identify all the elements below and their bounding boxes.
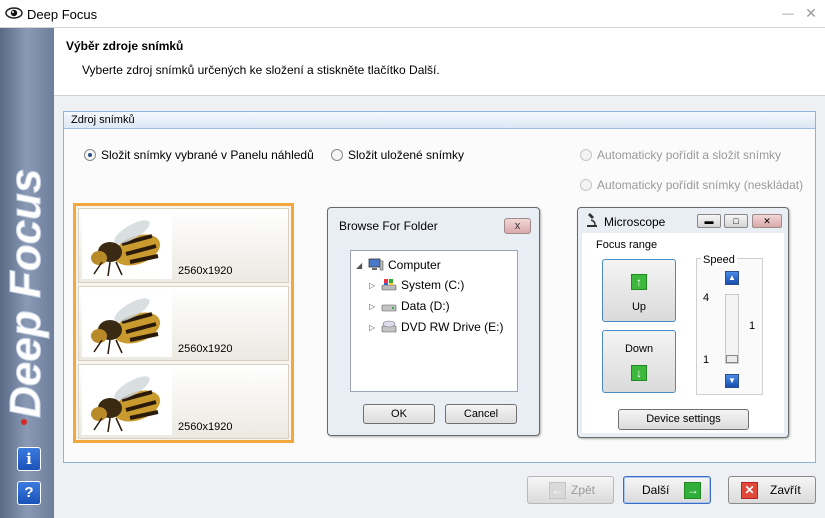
speed-slider-thumb[interactable] — [726, 355, 738, 363]
back-button: ← Zpět — [527, 476, 614, 504]
radio-auto-capture-only: Automaticky pořídit snímky (neskládat) — [580, 178, 803, 192]
thumbnail-item[interactable]: 2560x1920 — [78, 208, 289, 283]
microscope-maximize-button[interactable]: □ — [724, 214, 748, 228]
radio-label: Složit uložené snímky — [348, 148, 465, 162]
device-settings-button[interactable]: Device settings — [618, 409, 749, 430]
speed-max-label: 4 — [703, 292, 710, 304]
thumbnail-item[interactable]: 2560x1920 — [78, 364, 289, 439]
speed-value: 1 — [749, 320, 756, 332]
browse-close-button[interactable]: x — [504, 218, 531, 234]
info-button[interactable]: i — [17, 447, 41, 471]
browse-dialog-title: Browse For Folder — [339, 219, 438, 233]
radio-label: Automaticky pořídit a složit snímky — [597, 148, 782, 162]
drive-icon — [381, 304, 397, 312]
cancel-button[interactable]: Cancel — [445, 404, 517, 424]
tree-item-label: Computer — [388, 258, 441, 272]
expanded-arrow-icon[interactable]: ◢ — [356, 261, 365, 270]
speed-min-label: 1 — [703, 354, 710, 366]
thumbnail-size: 2560x1920 — [178, 343, 233, 355]
radio-auto-capture-stack: Automaticky pořídit a složit snímky — [580, 148, 781, 162]
green-up-arrow-icon: ↑ — [631, 274, 647, 290]
title-bar: Deep Focus — ✕ — [0, 0, 825, 28]
logo-text: Deep Focus — [2, 169, 50, 418]
radio-label: Složit snímky vybrané v Panelu náhledů — [101, 148, 314, 162]
thumbnail-size: 2560x1920 — [178, 265, 233, 277]
radio-dot[interactable] — [84, 149, 96, 161]
next-button[interactable]: Další → — [623, 476, 711, 504]
thumbnail-size: 2560x1920 — [178, 421, 233, 433]
computer-icon — [368, 258, 384, 271]
tree-item-data-drive[interactable]: ▷ Data (D:) — [369, 299, 450, 313]
focus-range-label: Focus range — [596, 239, 658, 251]
back-arrow-icon: ← — [549, 481, 566, 499]
wasp-image — [82, 290, 172, 357]
next-arrow-icon: → — [684, 481, 702, 499]
source-group-title: Zdroj snímků — [64, 112, 815, 129]
radio-preview-panel[interactable]: Složit snímky vybrané v Panelu náhledů — [84, 148, 314, 162]
collapsed-arrow-icon[interactable]: ▷ — [369, 323, 378, 332]
wasp-image — [82, 368, 172, 435]
deep-focus-logo: Deep Focus — [2, 168, 51, 425]
speed-label: Speed — [701, 254, 737, 266]
speed-slider-track[interactable] — [725, 294, 739, 364]
eye-icon — [5, 7, 23, 19]
focus-down-button[interactable]: Down ↓ — [602, 330, 676, 393]
tree-item-label: Data (D:) — [401, 299, 450, 313]
microscope-title: Microscope — [604, 215, 666, 229]
tree-item-dvd-drive[interactable]: ▷ DVD RW Drive (E:) — [369, 320, 503, 334]
page-title: Výběr zdroje snímků — [66, 39, 184, 53]
minimize-button[interactable]: — — [780, 6, 796, 22]
thumbnail-panel[interactable]: 2560x1920 2560x1920 2560x1920 — [73, 203, 294, 443]
speed-up-arrow-icon[interactable]: ▲ — [725, 271, 739, 285]
focus-down-label: Down — [624, 343, 654, 355]
green-down-arrow-icon: ↓ — [631, 365, 647, 381]
radio-saved-images[interactable]: Složit uložené snímky — [331, 148, 464, 162]
next-label: Další — [642, 483, 670, 497]
close-window-button[interactable]: ✕ — [802, 5, 820, 23]
back-label: Zpět — [571, 483, 596, 497]
wasp-image — [82, 212, 172, 279]
radio-dot[interactable] — [331, 149, 343, 161]
tree-item-label: DVD RW Drive (E:) — [401, 320, 504, 334]
window-title: Deep Focus — [27, 7, 98, 22]
radio-dot — [580, 179, 592, 191]
help-button[interactable]: ? — [17, 481, 41, 505]
dvd-drive-icon — [381, 320, 397, 333]
thumbnail-item[interactable]: 2560x1920 — [78, 286, 289, 361]
folder-tree[interactable]: ◢ Computer ▷ System (C:) ▷ Data (D:) ▷ D… — [350, 250, 518, 392]
sidebar: Deep Focus i ? — [0, 28, 54, 518]
focus-up-button[interactable]: ↑ Up — [602, 259, 676, 322]
system-drive-icon — [381, 279, 397, 291]
radio-dot — [580, 149, 592, 161]
close-x-icon: ✕ — [741, 481, 758, 499]
browse-folder-preview[interactable]: Browse For Folder x ◢ Computer ▷ System … — [327, 207, 540, 436]
ok-button[interactable]: OK — [363, 404, 435, 424]
tree-item-computer[interactable]: ◢ Computer — [356, 258, 441, 272]
microscope-minimize-button[interactable]: ▬ — [697, 214, 721, 228]
page-description: Vyberte zdroj snímků určených ke složení… — [82, 63, 440, 77]
radio-label: Automaticky pořídit snímky (neskládat) — [597, 178, 804, 192]
close-label: Zavřít — [770, 483, 801, 497]
focus-up-label: Up — [631, 301, 647, 313]
close-button[interactable]: ✕ Zavřít — [728, 476, 816, 504]
speed-down-arrow-icon[interactable]: ▼ — [725, 374, 739, 388]
microscope-close-button[interactable]: ✕ — [752, 214, 782, 228]
collapsed-arrow-icon[interactable]: ▷ — [369, 302, 378, 311]
microscope-icon — [587, 213, 597, 227]
tree-item-label: System (C:) — [401, 278, 465, 292]
tree-item-system-drive[interactable]: ▷ System (C:) — [369, 278, 464, 292]
microscope-panel[interactable]: Microscope ▬ □ ✕ Focus range ↑ Up Down ↓… — [577, 207, 789, 438]
collapsed-arrow-icon[interactable]: ▷ — [369, 281, 378, 290]
